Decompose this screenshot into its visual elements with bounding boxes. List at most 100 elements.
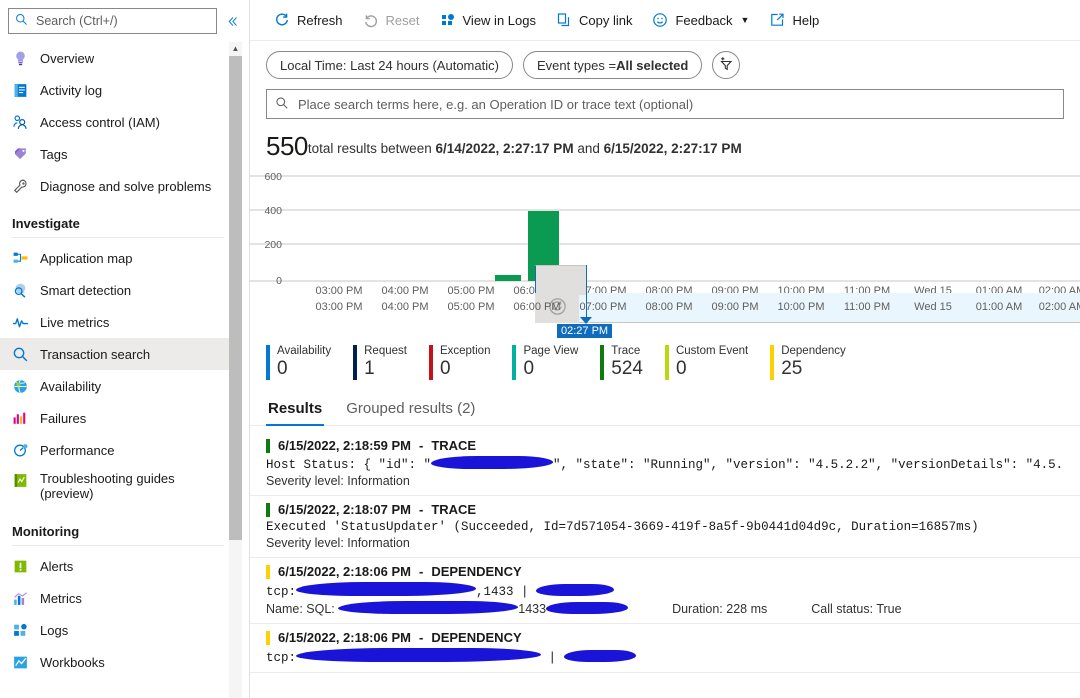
time-range-filter[interactable]: Local Time: Last 24 hours (Automatic)	[266, 51, 513, 79]
timeline-tick: Wed 15	[914, 301, 952, 313]
search-terms-box[interactable]	[266, 89, 1064, 119]
search-icon	[275, 96, 289, 113]
workbooks-icon	[12, 654, 29, 671]
sidebar-item-activity-log[interactable]: Activity log	[0, 74, 236, 106]
sidebar-item-failures[interactable]: Failures	[0, 402, 236, 434]
sidebar-search-input[interactable]	[34, 13, 210, 29]
results-histogram[interactable]: 600 400 200 0 03:00 PM 04:00 PM 05:00 PM…	[250, 168, 1080, 297]
sidebar-scrollbar[interactable]: ▲	[229, 42, 242, 698]
result-type-accent	[266, 502, 270, 517]
timeline-tick: 04:00 PM	[381, 301, 429, 313]
collapse-sidebar-button[interactable]	[223, 10, 241, 32]
help-button[interactable]: Help	[759, 5, 829, 35]
timeline-tick: 08:00 PM	[645, 301, 693, 313]
redaction-mark	[536, 584, 615, 597]
sidebar-item-label: Tags	[40, 146, 68, 162]
sidebar-item-transaction-search[interactable]: Transaction search	[0, 338, 236, 370]
search-input[interactable]	[296, 95, 1055, 113]
sidebar-search-box[interactable]	[8, 8, 217, 34]
sidebar-item-label: Smart detection	[40, 282, 132, 298]
sidebar-group-monitoring: Monitoring	[12, 524, 80, 539]
sidebar-item-overview[interactable]: Overview	[0, 42, 236, 74]
sidebar-item-label: Availability	[40, 378, 102, 394]
counter-color-bar	[266, 345, 270, 381]
sidebar-item-alerts[interactable]: Alerts	[0, 550, 236, 582]
sidebar-item-tags[interactable]: Tags	[0, 138, 236, 170]
sidebar-item-label: Alerts	[40, 558, 74, 574]
sidebar: Overview Activity log Access control (IA…	[0, 0, 250, 698]
result-timestamp: 6/15/2022, 2:18:06 PM	[278, 630, 411, 646]
sidebar-scrollbar-thumb[interactable]	[229, 56, 242, 540]
redaction-mark	[296, 648, 542, 663]
sidebar-item-diagnose[interactable]: Diagnose and solve problems	[0, 170, 236, 202]
event-types-filter[interactable]: Event types = All selected	[522, 51, 703, 79]
sidebar-item-live-metrics[interactable]: Live metrics	[0, 306, 236, 338]
counter-page-view[interactable]: Page View 0	[512, 345, 600, 381]
sidebar-item-logs[interactable]: Logs	[0, 614, 236, 646]
timeline-tick: 07:00 PM	[579, 301, 627, 313]
sidebar-item-workbooks[interactable]: Workbooks	[0, 646, 236, 678]
svg-text:600: 600	[264, 171, 282, 183]
result-body: Executed 'StatusUpdater' (Succeeded, Id=…	[266, 520, 979, 535]
sidebar-item-metrics[interactable]: Metrics	[0, 582, 236, 614]
sidebar-item-troubleshooting-guides[interactable]: Troubleshooting guides (preview)	[0, 466, 236, 510]
result-meta-port: 1433	[518, 602, 547, 617]
counter-name: Request	[364, 345, 407, 357]
timeline-selector[interactable]: 02:27 PM 03:00 PM 04:00 PM 05:00 PM 06:0…	[250, 265, 1080, 338]
timeline-marker-label: 02:27 PM	[557, 324, 613, 338]
result-item[interactable]: 6/15/2022, 2:18:59 PM - TRACE Host Statu…	[250, 432, 1080, 497]
result-header: 6/15/2022, 2:18:06 PM - DEPENDENCY	[266, 564, 1064, 579]
result-timestamp: 6/15/2022, 2:18:59 PM	[278, 438, 411, 454]
feedback-button[interactable]: Feedback ▼	[642, 5, 759, 35]
timeline-tick: 06:00 PM	[513, 301, 561, 313]
result-meta-prefix: Name: SQL:	[266, 602, 339, 617]
copy-link-button[interactable]: Copy link	[546, 5, 642, 35]
result-item[interactable]: 6/15/2022, 2:18:06 PM - DEPENDENCY tcp: …	[250, 624, 1080, 674]
result-body: Host Status: { "id": " ", "state": "Runni…	[266, 456, 1064, 472]
counter-exception[interactable]: Exception 0	[428, 345, 513, 381]
scroll-up-icon[interactable]: ▲	[229, 42, 242, 55]
sidebar-item-label: Application map	[40, 250, 133, 266]
timeline-left-handle[interactable]	[535, 265, 587, 295]
tab-label: Grouped results (2)	[346, 400, 476, 418]
counter-color-bar	[770, 345, 775, 381]
add-filter-button[interactable]	[712, 51, 741, 79]
counter-color-bar	[353, 345, 358, 381]
counter-request[interactable]: Request 1	[353, 345, 429, 381]
view-in-logs-label: View in Logs	[462, 12, 536, 28]
result-item[interactable]: 6/15/2022, 2:18:07 PM - TRACE Executed '…	[250, 496, 1080, 559]
redaction-mark	[431, 456, 554, 470]
tab-grouped-results[interactable]: Grouped results (2)	[344, 400, 477, 425]
access-control-icon	[12, 114, 29, 131]
reset-button[interactable]: Reset	[353, 5, 430, 35]
application-map-icon	[12, 250, 29, 267]
tab-results[interactable]: Results	[266, 400, 325, 427]
result-body-suffix: ", "state": "Running", "version": "4.5.2…	[553, 458, 1064, 473]
view-in-logs-button[interactable]: View in Logs	[430, 5, 546, 35]
result-header: 6/15/2022, 2:18:59 PM - TRACE	[266, 438, 1064, 453]
sidebar-item-label: Activity log	[40, 82, 103, 98]
result-timestamp: 6/15/2022, 2:18:06 PM	[278, 564, 411, 580]
result-body-prefix: tcp:	[266, 651, 297, 666]
command-toolbar: Refresh Reset View in Logs Copy link Fee…	[250, 0, 1080, 41]
app-root: Overview Activity log Access control (IA…	[0, 0, 1080, 698]
metrics-icon	[12, 590, 29, 607]
sidebar-item-application-map[interactable]: Application map	[0, 242, 236, 274]
counter-availability[interactable]: Availability 0	[266, 345, 353, 381]
sidebar-item-performance[interactable]: Performance	[0, 434, 236, 466]
result-item[interactable]: 6/15/2022, 2:18:06 PM - DEPENDENCY tcp:,…	[250, 558, 1080, 625]
refresh-button[interactable]: Refresh	[264, 5, 353, 35]
sidebar-divider	[12, 237, 224, 238]
sidebar-item-label: Performance	[40, 442, 115, 458]
counter-trace[interactable]: Trace 524	[600, 345, 665, 381]
sidebar-item-smart-detection[interactable]: Smart detection	[0, 274, 236, 306]
result-type-accent	[266, 630, 270, 645]
counter-name: Page View	[523, 345, 579, 357]
timeline-tick: 09:00 PM	[711, 301, 759, 313]
result-body: tcp: ,1433 |	[266, 582, 1064, 599]
svg-text:200: 200	[264, 239, 282, 251]
counter-dependency[interactable]: Dependency 25	[770, 345, 868, 381]
sidebar-item-availability[interactable]: Availability	[0, 370, 236, 402]
sidebar-item-access-control[interactable]: Access control (IAM)	[0, 106, 236, 138]
counter-custom-event[interactable]: Custom Event 0	[664, 345, 770, 381]
